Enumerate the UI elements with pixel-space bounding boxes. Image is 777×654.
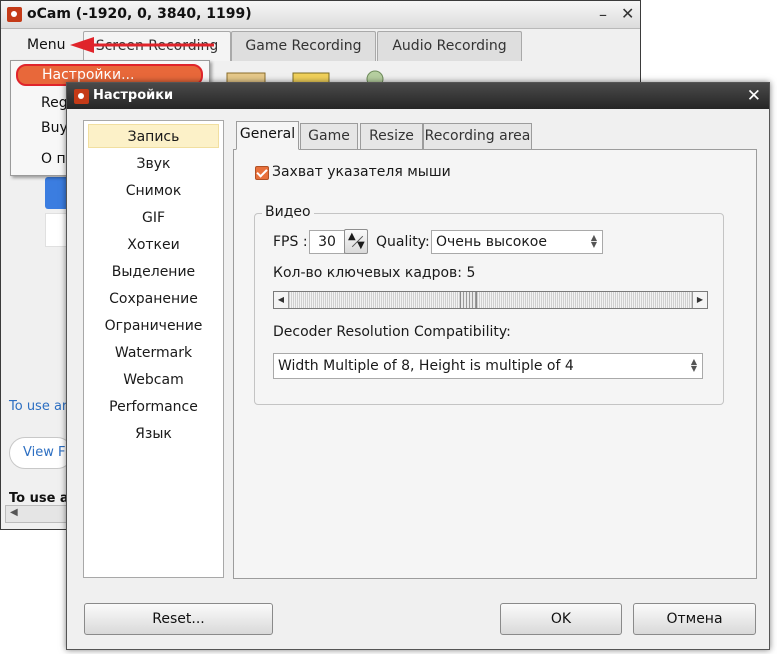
close-icon[interactable]: ✕ <box>621 6 634 22</box>
menu-item-buy[interactable]: Buy <box>41 120 68 136</box>
category-item-limit[interactable]: Ограничение <box>84 314 223 338</box>
tab-game-recording[interactable]: Game Recording <box>231 31 376 61</box>
tab-resize[interactable]: Resize <box>360 123 423 149</box>
ocam-titlebar: oCam (-1920, 0, 3840, 1199) – ✕ <box>1 1 640 29</box>
dialog-titlebar: Настройки ✕ <box>67 83 769 109</box>
category-item-language[interactable]: Язык <box>84 422 223 446</box>
close-icon[interactable]: ✕ <box>747 86 761 106</box>
dialog-app-icon <box>74 89 89 104</box>
quality-value: Очень высокое <box>436 234 547 250</box>
cancel-button[interactable]: Отмена <box>633 603 756 635</box>
dialog-title: Настройки <box>93 88 174 103</box>
category-item-webcam[interactable]: Webcam <box>84 368 223 392</box>
scroll-left-icon[interactable]: ◀ <box>10 507 18 518</box>
quality-label: Quality: <box>376 234 430 250</box>
quality-select[interactable]: Очень высокое ▲ ▼ <box>431 230 603 254</box>
dropdown-arrows-icon: ▲ ▼ <box>590 233 597 249</box>
menu-item-register[interactable]: Reg <box>41 95 68 111</box>
category-item-selection[interactable]: Выделение <box>84 260 223 284</box>
dropdown-arrows-icon: ▲ ▼ <box>690 357 697 373</box>
mouse-capture-label[interactable]: Захват указателя мыши <box>272 164 451 180</box>
tab-recording-area[interactable]: Recording area <box>423 123 532 149</box>
decoder-compat-value: Width Multiple of 8, Height is multiple … <box>278 358 574 374</box>
slider-thumb[interactable] <box>460 292 477 308</box>
bg-horizontal-scrollbar[interactable]: ◀ <box>5 505 67 523</box>
video-group-title: Видео <box>262 204 314 220</box>
fps-input[interactable]: 30 <box>309 230 345 254</box>
decoder-compat-label: Decoder Resolution Compatibility: <box>273 324 511 340</box>
category-item-hotkeys[interactable]: Хоткеи <box>84 233 223 257</box>
category-list: Запись Звук Снимок GIF Хоткеи Выделение … <box>83 120 224 578</box>
ok-button[interactable]: OK <box>500 603 622 635</box>
slider-right-arrow-icon[interactable]: ▶ <box>692 292 707 308</box>
menu-button[interactable]: Menu <box>27 37 65 53</box>
red-arrow-annotation <box>70 37 214 53</box>
category-item-save[interactable]: Сохранение <box>84 287 223 311</box>
minimize-icon[interactable]: – <box>599 7 607 23</box>
bg-view-button[interactable]: View F <box>9 437 73 469</box>
category-item-watermark[interactable]: Watermark <box>84 341 223 365</box>
settings-dialog: Настройки ✕ Запись Звук Снимок GIF Хотке… <box>66 82 770 650</box>
ocam-window-title: oCam (-1920, 0, 3840, 1199) <box>27 6 252 22</box>
keyframes-label: Кол-во ключевых кадров: 5 <box>273 265 476 281</box>
category-item-recording[interactable]: Запись <box>88 124 219 148</box>
tab-audio-recording[interactable]: Audio Recording <box>377 31 522 61</box>
menu-item-about[interactable]: О п <box>41 151 66 167</box>
ocam-app-icon <box>7 7 22 22</box>
reset-button[interactable]: Reset... <box>84 603 273 635</box>
fps-spinner[interactable]: ▲ ▼ <box>344 229 368 254</box>
category-item-gif[interactable]: GIF <box>84 206 223 230</box>
slider-left-arrow-icon[interactable]: ◀ <box>274 292 289 308</box>
category-item-screenshot[interactable]: Снимок <box>84 179 223 203</box>
fps-label: FPS : <box>273 234 308 250</box>
category-item-sound[interactable]: Звук <box>84 152 223 176</box>
tab-general[interactable]: General <box>236 121 299 150</box>
bg-help-link[interactable]: To use ar <box>9 399 67 414</box>
mouse-capture-checkbox[interactable] <box>255 166 269 180</box>
category-item-performance[interactable]: Performance <box>84 395 223 419</box>
decoder-compat-select[interactable]: Width Multiple of 8, Height is multiple … <box>273 353 703 379</box>
spin-up-icon[interactable]: ▲ <box>348 231 356 242</box>
tab-game[interactable]: Game <box>300 123 358 149</box>
spin-down-icon[interactable]: ▼ <box>357 240 365 251</box>
keyframes-slider[interactable]: ◀ ▶ <box>273 291 708 309</box>
